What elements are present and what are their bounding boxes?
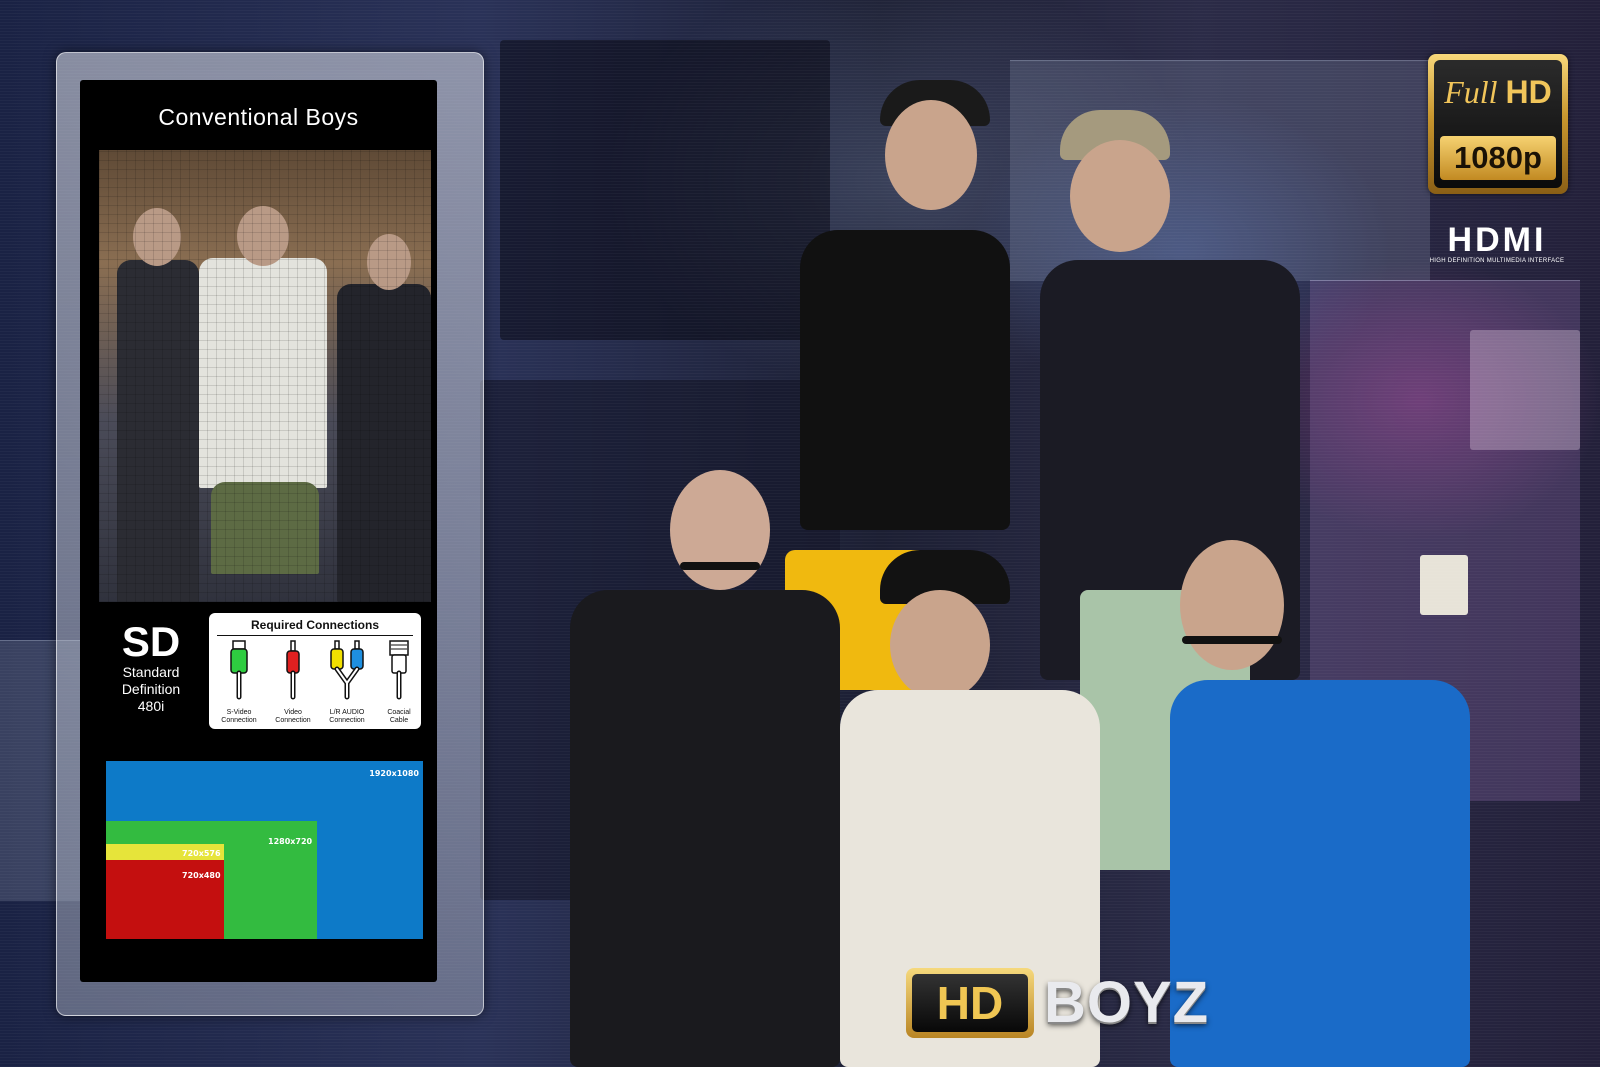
coaxial-label-2: Cable (389, 717, 409, 724)
required-connections-box: Required Connections S-Video Connection V… (209, 613, 421, 729)
hd-text: HD (1505, 74, 1552, 110)
connections-title: Required Connections (250, 618, 379, 632)
hdmi-wordmark: HDMI (1447, 221, 1547, 259)
s-video-label-2: Connection (221, 717, 257, 724)
s-video-label-1: S-Video (226, 709, 252, 716)
connection-video: Video Connection (267, 639, 319, 725)
resolution-comparison-chart: 1920x1080 1280x720 720x576 720x480 (106, 761, 423, 939)
video-label-2: Connection (275, 717, 311, 724)
video-cable-icon (286, 640, 300, 700)
person-armor (560, 470, 840, 1067)
resolution-label-1920x1080: 1920x1080 (369, 769, 419, 778)
hd-badge-text: HD (912, 974, 1028, 1032)
audio-label-2: Connection (329, 717, 365, 724)
sd-info-panel: Conventional Boys SD Standard Definition… (80, 80, 437, 982)
coaxial-cable-icon (389, 640, 409, 700)
sale-poster (1470, 330, 1580, 450)
resolution-label-720x576: 720x576 (182, 849, 221, 858)
s-video-cable-icon (230, 640, 248, 700)
connection-coaxial: Coacial Cable (373, 639, 425, 725)
audio-cable-icon (330, 640, 364, 700)
resolution-label-1280x720: 1280x720 (268, 837, 313, 846)
hdmi-logo: HDMI HIGH DEFINITION MULTIMEDIA INTERFAC… (1424, 222, 1570, 264)
full-hd-text: Full HD (1434, 74, 1562, 111)
sd-line-resolution: 480i (137, 698, 165, 714)
audio-label-1: L/R AUDIO (329, 709, 365, 716)
hdmi-tagline: HIGH DEFINITION MULTIMEDIA INTERFACE (1429, 258, 1565, 264)
sd-line-definition: Definition (121, 681, 181, 697)
video-label-1: Video (284, 709, 302, 716)
pixelated-group-photo (99, 150, 431, 602)
sd-heading: SD (121, 618, 181, 665)
coaxial-label-1: Coacial (387, 709, 411, 716)
full-text: Full (1444, 74, 1498, 110)
1080p-text: 1080p (1440, 136, 1556, 180)
resolution-label-720x480: 720x480 (182, 871, 221, 880)
connection-audio: L/R AUDIO Connection (321, 639, 373, 725)
sd-label: SD Standard Definition 480i (106, 620, 196, 715)
connections-divider (217, 635, 413, 636)
full-hd-1080p-badge: Full HD 1080p (1428, 54, 1568, 194)
hd-badge: HD (906, 968, 1034, 1038)
boyz-wordmark: BOYZ (1044, 970, 1210, 1035)
panel-title: Conventional Boys (158, 104, 359, 130)
sd-line-standard: Standard (122, 664, 180, 680)
connection-s-video: S-Video Connection (213, 639, 265, 725)
